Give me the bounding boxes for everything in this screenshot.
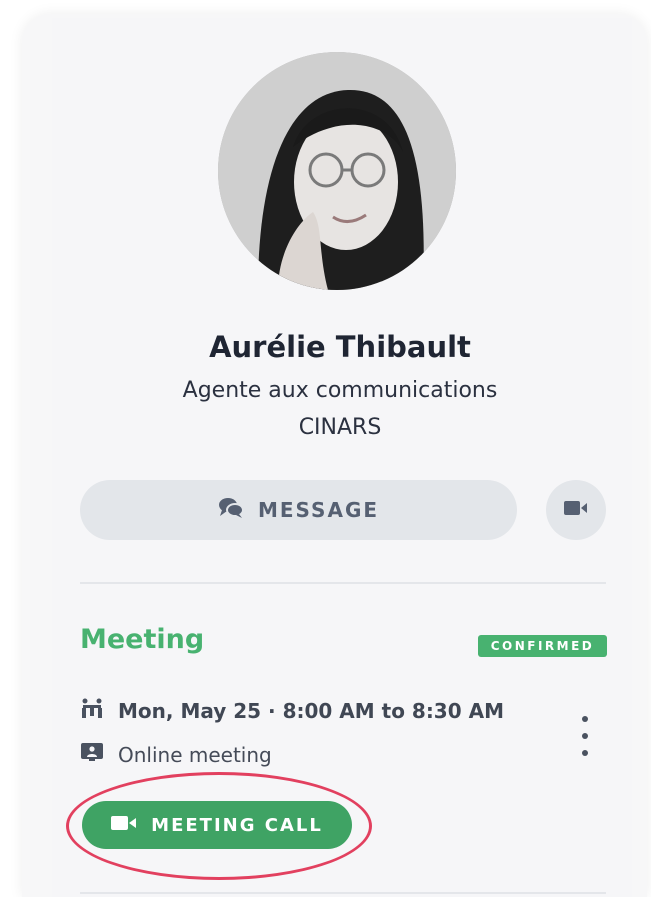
profile-name: Aurélie Thibault [209,330,471,364]
meeting-datetime: Mon, May 25 · 8:00 AM to 8:30 AM [118,698,504,723]
avatar-photo [218,52,456,290]
bottom-divider [80,892,606,894]
section-divider [80,582,606,584]
avatar [218,52,456,290]
status-badge: CONFIRMED [478,635,607,657]
meeting-heading: Meeting [80,624,205,655]
meeting-location: Online meeting [118,742,272,767]
meeting-datetime-row: Mon, May 25 · 8:00 AM to 8:30 AM [80,697,504,724]
chat-bubbles-icon [218,497,244,524]
video-camera-icon [564,500,588,520]
profile-job-title: Agente aux communications [182,378,498,403]
meeting-call-button-label: MEETING CALL [151,814,323,836]
message-button-label: MESSAGE [257,498,380,522]
video-call-button[interactable] [546,480,606,540]
profile-company: CINARS [298,415,382,440]
meeting-table-icon [80,697,104,724]
message-button[interactable]: MESSAGE [80,480,517,540]
meeting-location-row: Online meeting [80,742,272,767]
more-options-icon[interactable] [578,716,592,756]
screen-presenter-icon [80,742,104,767]
meeting-call-button[interactable]: MEETING CALL [82,801,352,849]
video-camera-icon [111,815,137,836]
